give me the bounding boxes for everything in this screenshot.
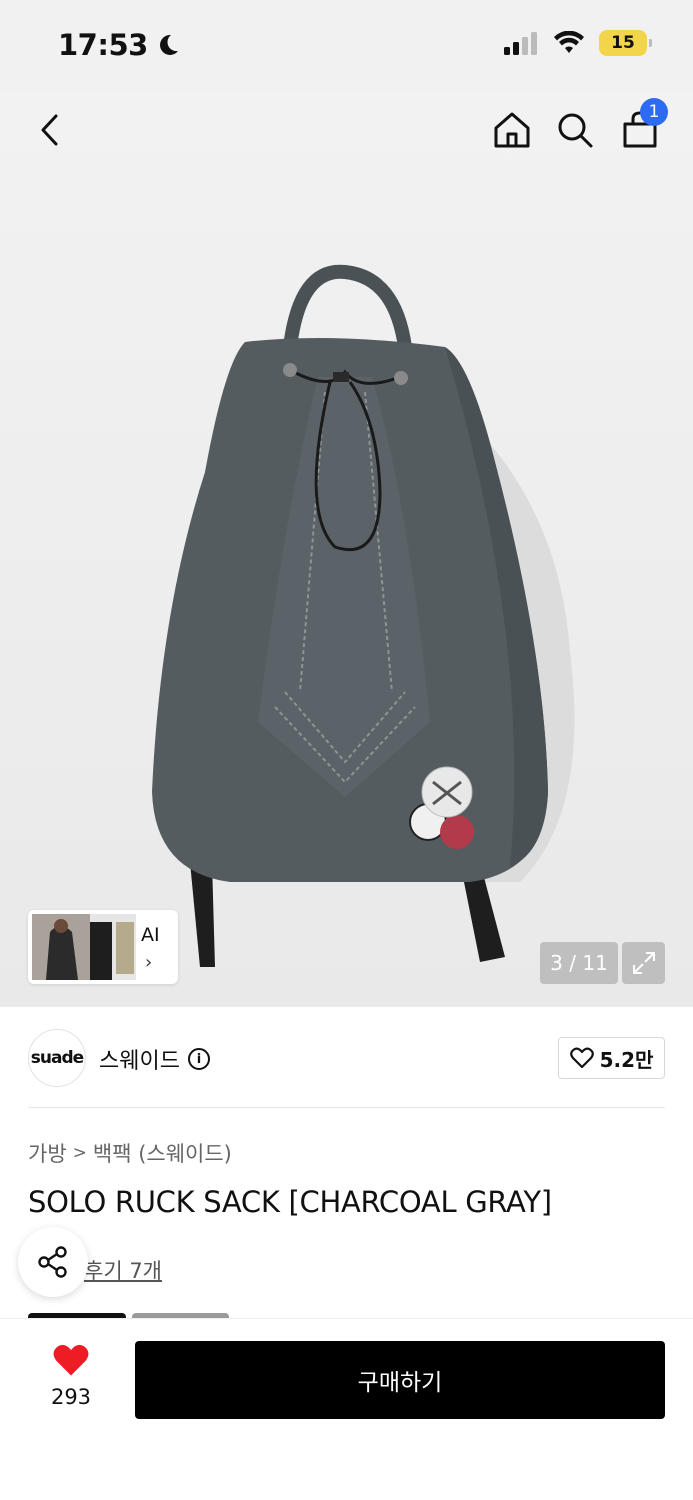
cart-count-badge: 1: [640, 98, 668, 126]
battery-indicator: 15: [599, 30, 652, 56]
chevron-left-icon: [41, 114, 58, 146]
wishlist-count: 293: [50, 1385, 92, 1409]
image-counter: 3 / 11: [540, 942, 618, 984]
clock-text: 17:53: [58, 28, 148, 62]
expand-icon: [632, 952, 655, 974]
breadcrumb-subcategory[interactable]: 백팩 (스웨이드): [93, 1138, 232, 1168]
ai-label: AI: [141, 924, 160, 946]
home-icon: [494, 112, 530, 148]
breadcrumb: 가방 > 백팩 (스웨이드): [28, 1138, 232, 1168]
buy-button[interactable]: 구매하기: [135, 1341, 665, 1419]
breadcrumb-category[interactable]: 가방: [28, 1138, 67, 1168]
brand-row: suade 스웨이드 i 5.2만: [28, 1029, 665, 1087]
ai-thumbnail-images: [32, 914, 136, 980]
chevron-right-icon: ›: [145, 952, 153, 973]
brand-logo-text: suade: [30, 1048, 84, 1068]
review-link[interactable]: 후기 7개: [84, 1255, 162, 1285]
share-button[interactable]: [18, 1227, 88, 1297]
cart-button[interactable]: 1: [616, 98, 668, 154]
moon-icon: [159, 34, 178, 55]
bottom-action-bar: 293 구매하기: [0, 1318, 693, 1500]
home-button[interactable]: [488, 106, 536, 154]
product-gallery[interactable]: 1 AI › 3 / 11: [0, 92, 693, 1007]
status-indicators: 15: [503, 30, 652, 56]
expand-button[interactable]: [622, 942, 665, 984]
back-button[interactable]: [26, 106, 74, 154]
brand-like-button[interactable]: 5.2만: [558, 1037, 665, 1079]
signal-icon: [504, 32, 537, 55]
wifi-icon: [554, 31, 584, 53]
battery-level: 15: [611, 33, 635, 53]
info-icon[interactable]: i: [187, 1048, 210, 1070]
product-image: [152, 264, 575, 967]
brand-name-link[interactable]: 스웨이드 i: [99, 1043, 210, 1075]
heart-outline-icon: [569, 1047, 594, 1069]
wishlist-button[interactable]: 293: [30, 1343, 112, 1409]
brand-logo[interactable]: suade: [28, 1029, 86, 1087]
search-icon: [558, 113, 593, 148]
product-title: SOLO RUCK SACK [CHARCOAL GRAY]: [28, 1185, 552, 1219]
search-button[interactable]: [551, 106, 599, 154]
brand-name: 스웨이드: [99, 1049, 180, 1074]
heart-filled-icon: [53, 1344, 89, 1376]
brand-like-count: 5.2만: [599, 1047, 654, 1072]
divider: [28, 1107, 665, 1108]
status-time: 17:53: [58, 28, 180, 62]
status-bar: 17:53 15: [0, 0, 693, 92]
breadcrumb-separator: >: [72, 1143, 87, 1163]
ai-styling-card[interactable]: AI ›: [28, 910, 178, 984]
share-icon: [38, 1246, 67, 1278]
